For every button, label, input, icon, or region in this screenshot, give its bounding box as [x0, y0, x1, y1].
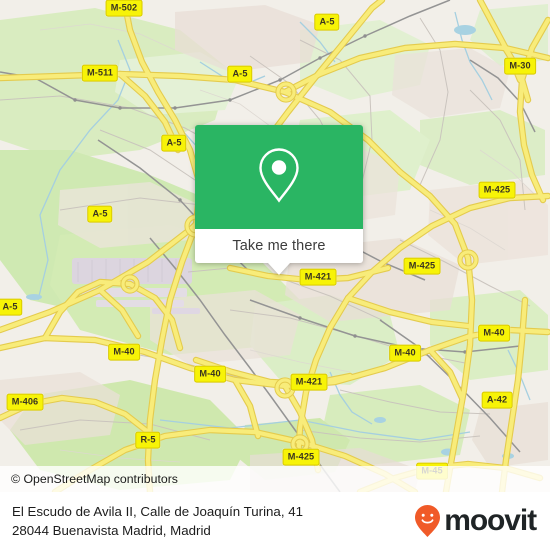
road-shield: A-42 — [481, 391, 513, 409]
screenshot-root: M-502 A-5 M-30 M-511 A-5 A-5 M-425 A-5 A-5 M-421 M… — [0, 0, 550, 550]
road-shield: M-511 — [81, 64, 119, 82]
road-shield: M-425 — [403, 257, 441, 275]
road-shield: M-406 — [6, 393, 44, 411]
moovit-logo[interactable]: moovit — [414, 504, 537, 538]
osm-attribution-text[interactable]: © OpenStreetMap contributors — [0, 472, 178, 486]
map-pin-icon — [259, 148, 299, 203]
road-shield: M-425 — [282, 448, 320, 466]
road-shield: M-40 — [194, 365, 226, 383]
map-attribution-bar: © OpenStreetMap contributors — [0, 466, 550, 492]
map-canvas[interactable]: M-502 A-5 M-30 M-511 A-5 A-5 M-425 A-5 A-5 M-421 M… — [0, 0, 550, 492]
road-shield: M-40 — [478, 324, 510, 342]
road-shield: M-40 — [389, 344, 421, 362]
road-shield: R-5 — [135, 431, 161, 449]
road-shield: M-421 — [290, 373, 328, 391]
take-me-there-label: Take me there — [232, 238, 326, 254]
road-shield: M-30 — [504, 57, 536, 75]
road-shield: M-421 — [299, 268, 337, 286]
moovit-smiling-pin-icon — [415, 505, 441, 537]
location-popup[interactable]: Take me there — [195, 125, 363, 275]
moovit-wordmark: moovit — [444, 504, 537, 537]
popup-image-area — [195, 125, 363, 229]
road-shield: A-5 — [227, 65, 253, 83]
address-block: El Escudo de Avila II, Calle de Joaquín … — [12, 502, 303, 541]
footer-bar: El Escudo de Avila II, Calle de Joaquín … — [0, 492, 550, 550]
road-shield: M-502 — [105, 0, 143, 17]
road-shield: A-5 — [314, 13, 340, 31]
road-shield: M-40 — [108, 343, 140, 361]
road-shield: M-425 — [478, 181, 516, 199]
road-shield: A-5 — [87, 205, 113, 223]
road-shield: A-5 — [161, 134, 187, 152]
road-shield: A-5 — [0, 298, 23, 316]
popup-pointer-tail — [268, 263, 290, 275]
address-line-2: 28044 Buenavista Madrid, Madrid — [12, 523, 211, 538]
address-line-1: El Escudo de Avila II, Calle de Joaquín … — [12, 503, 303, 519]
take-me-there-button[interactable]: Take me there — [195, 229, 363, 263]
